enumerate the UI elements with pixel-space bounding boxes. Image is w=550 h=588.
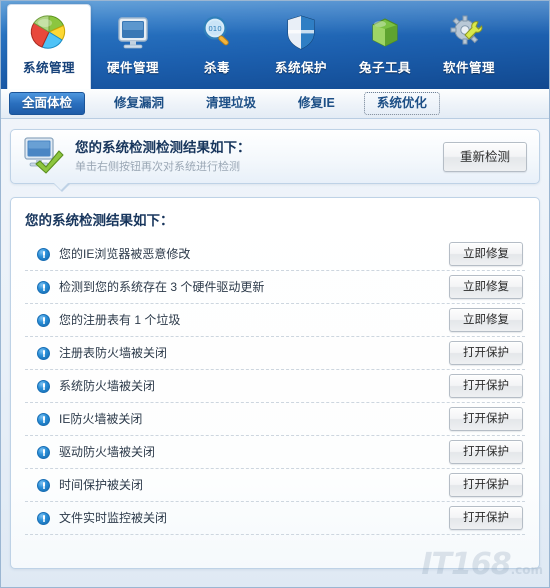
toolbar-item-system-protection[interactable]: 系统保护 xyxy=(259,5,343,85)
row-label: IE防火墙被关闭 xyxy=(59,411,143,426)
row-label: 注册表防火墙被关闭 xyxy=(59,345,168,360)
monitor-check-icon xyxy=(21,134,65,179)
banner-title: 您的系统检测检测结果如下： xyxy=(75,140,251,155)
detection-banner: 您的系统检测检测结果如下： 单击右侧按钮再次对系统进行检测 重新检测 xyxy=(10,129,540,192)
info-warning-icon xyxy=(37,412,50,426)
banner-area: 您的系统检测检测结果如下： 单击右侧按钮再次对系统进行检测 重新检测 xyxy=(1,119,549,192)
toolbar-item-system-management[interactable]: 系统管理 xyxy=(7,4,91,89)
sub-tab-bar: 全面体检 修复漏洞 清理垃圾 修复IE 系统优化 xyxy=(1,89,549,119)
svg-text:010: 010 xyxy=(208,25,221,33)
banner-subtitle: 单击右侧按钮再次对系统进行检测 xyxy=(75,161,240,173)
row-action-button[interactable]: 打开保护 xyxy=(449,407,523,431)
toolbar-item-label: 硬件管理 xyxy=(106,61,159,75)
toolbar-item-software-management[interactable]: 软件管理 xyxy=(427,5,511,85)
pie-chart-icon xyxy=(28,11,70,55)
app-window: 系统管理 硬件管理 010 杀毒 系统保护 兔子工具 软件管理 全面体检 修复漏… xyxy=(0,0,550,588)
row-label: 驱动防火墙被关闭 xyxy=(59,444,156,459)
monitor-icon xyxy=(112,11,154,55)
banner-tail-inner xyxy=(53,182,69,190)
table-row[interactable]: 文件实时监控被关闭 打开保护 xyxy=(25,502,525,535)
row-action-button[interactable]: 打开保护 xyxy=(449,473,523,497)
tab-system-optimize[interactable]: 系统优化 xyxy=(363,92,440,115)
info-warning-icon xyxy=(37,247,50,261)
tab-fix-vulnerabilities[interactable]: 修复漏洞 xyxy=(101,92,177,115)
tab-repair-ie[interactable]: 修复IE xyxy=(285,92,348,115)
info-warning-icon xyxy=(37,280,50,294)
rescan-button[interactable]: 重新检测 xyxy=(442,141,527,172)
row-label: 您的注册表有 1 个垃圾 xyxy=(59,312,181,327)
results-panel: 您的系统检测结果如下： 您的IE浏览器被恶意修改 立即修复 检测到您的系统存在 … xyxy=(10,197,540,569)
info-warning-icon xyxy=(37,445,50,459)
green-box-icon xyxy=(364,11,406,55)
row-label: 文件实时监控被关闭 xyxy=(59,510,168,525)
row-action-button[interactable]: 打开保护 xyxy=(449,506,523,530)
toolbar-item-rabbit-tools[interactable]: 兔子工具 xyxy=(343,5,427,85)
shield-icon xyxy=(280,11,322,55)
info-warning-icon xyxy=(37,478,50,492)
table-row[interactable]: 时间保护被关闭 打开保护 xyxy=(25,469,525,502)
row-action-button[interactable]: 打开保护 xyxy=(449,341,523,365)
toolbar-item-label: 杀毒 xyxy=(203,61,230,75)
row-label: 时间保护被关闭 xyxy=(59,477,144,492)
row-action-button[interactable]: 立即修复 xyxy=(449,275,523,299)
row-label: 系统防火墙被关闭 xyxy=(59,378,156,393)
table-row[interactable]: 您的IE浏览器被恶意修改 立即修复 xyxy=(25,238,525,271)
table-row[interactable]: 检测到您的系统存在 3 个硬件驱动更新 立即修复 xyxy=(25,271,525,304)
info-warning-icon xyxy=(37,346,50,360)
toolbar-item-antivirus[interactable]: 010 杀毒 xyxy=(175,5,259,85)
info-warning-icon xyxy=(37,511,50,525)
results-title: 您的系统检测结果如下： xyxy=(25,213,174,228)
table-row[interactable]: 系统防火墙被关闭 打开保护 xyxy=(25,370,525,403)
gear-wrench-icon xyxy=(448,11,490,55)
row-action-button[interactable]: 立即修复 xyxy=(449,242,523,266)
toolbar-item-label: 系统保护 xyxy=(274,61,327,75)
row-label: 您的IE浏览器被恶意修改 xyxy=(59,246,191,261)
row-action-button[interactable]: 打开保护 xyxy=(449,440,523,464)
row-action-button[interactable]: 打开保护 xyxy=(449,374,523,398)
table-row[interactable]: IE防火墙被关闭 打开保护 xyxy=(25,403,525,436)
row-label: 检测到您的系统存在 3 个硬件驱动更新 xyxy=(59,279,265,294)
row-action-button[interactable]: 立即修复 xyxy=(449,308,523,332)
toolbar-item-hardware-management[interactable]: 硬件管理 xyxy=(91,5,175,85)
table-row[interactable]: 驱动防火墙被关闭 打开保护 xyxy=(25,436,525,469)
info-warning-icon xyxy=(37,313,50,327)
toolbar-item-label: 软件管理 xyxy=(442,61,495,75)
results-area: 您的系统检测结果如下： 您的IE浏览器被恶意修改 立即修复 检测到您的系统存在 … xyxy=(1,184,549,578)
banner-text-group: 您的系统检测检测结果如下： 单击右侧按钮再次对系统进行检测 xyxy=(65,139,443,174)
magnifier-icon: 010 xyxy=(196,11,238,55)
tab-clean-junk[interactable]: 清理垃圾 xyxy=(193,92,269,115)
table-row[interactable]: 注册表防火墙被关闭 打开保护 xyxy=(25,337,525,370)
tab-full-checkup[interactable]: 全面体检 xyxy=(9,92,86,115)
info-warning-icon xyxy=(37,379,50,393)
toolbar-item-label: 系统管理 xyxy=(22,61,75,75)
table-row[interactable]: 您的注册表有 1 个垃圾 立即修复 xyxy=(25,304,525,337)
toolbar-item-label: 兔子工具 xyxy=(358,61,411,75)
main-toolbar: 系统管理 硬件管理 010 杀毒 系统保护 兔子工具 软件管理 xyxy=(1,1,549,89)
